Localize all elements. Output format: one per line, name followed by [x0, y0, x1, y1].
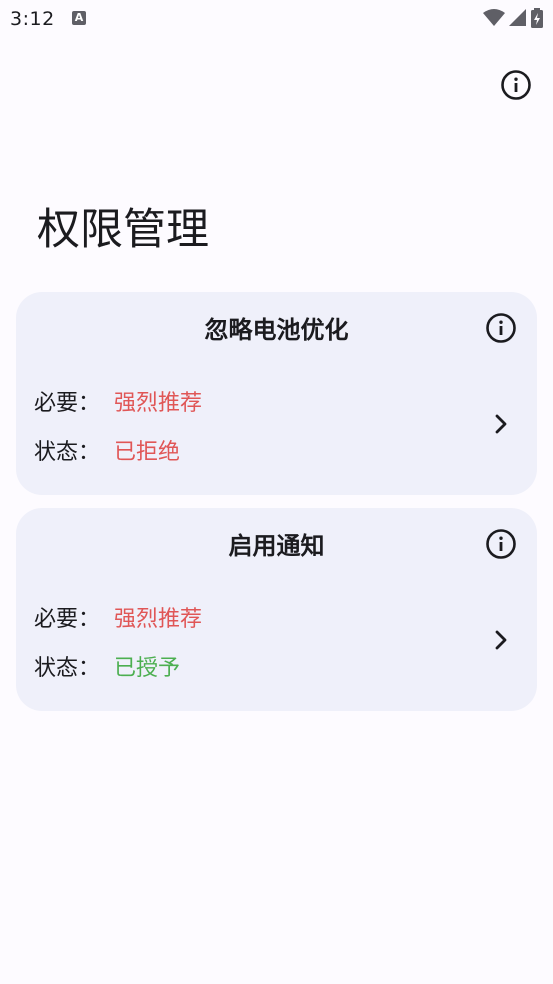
permission-card-battery-optimization[interactable]: 忽略电池优化 必要： 强烈推荐 状态： 已拒绝 — [16, 292, 537, 495]
signal-icon — [509, 9, 527, 27]
required-row: 必要： 强烈推荐 — [34, 388, 202, 420]
info-icon — [485, 528, 517, 564]
page-title: 权限管理 — [37, 205, 209, 255]
info-icon — [485, 312, 517, 348]
chevron-right-icon — [489, 628, 513, 652]
status-row: 状态： 已拒绝 — [34, 437, 180, 469]
chevron-right-icon — [489, 412, 513, 436]
card-title: 启用通知 — [228, 532, 325, 560]
info-button[interactable] — [498, 69, 534, 105]
a-icon: A — [72, 11, 86, 25]
required-value: 强烈推荐 — [114, 391, 203, 416]
wifi-icon — [483, 9, 505, 27]
card-info-button[interactable] — [483, 312, 519, 348]
required-label: 必要： — [34, 607, 101, 632]
required-row: 必要： 强烈推荐 — [34, 604, 202, 636]
status-bar: 3:12 A — [0, 0, 553, 40]
permission-card-notifications[interactable]: 启用通知 必要： 强烈推荐 状态： 已授予 — [16, 508, 537, 711]
status-row: 状态： 已授予 — [34, 653, 180, 685]
status-value: 已拒绝 — [114, 440, 181, 465]
required-label: 必要： — [34, 391, 101, 416]
status-label: 状态： — [34, 440, 101, 465]
status-label: 状态： — [34, 656, 101, 681]
battery-charging-icon — [531, 8, 543, 28]
status-icons — [483, 8, 543, 28]
card-title: 忽略电池优化 — [204, 316, 349, 344]
info-icon — [500, 69, 532, 105]
card-info-button[interactable] — [483, 528, 519, 564]
status-value: 已授予 — [114, 656, 181, 681]
required-value: 强烈推荐 — [114, 607, 203, 632]
status-time: 3:12 — [10, 8, 55, 30]
